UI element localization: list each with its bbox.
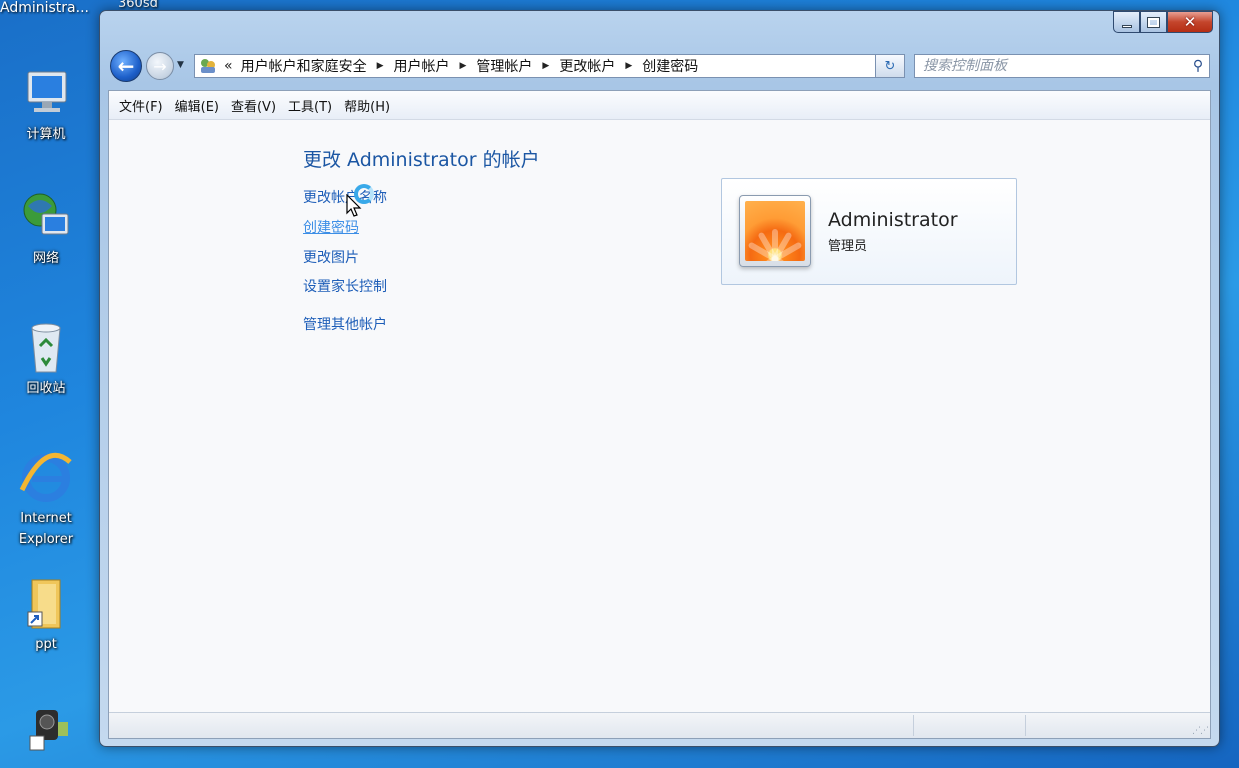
breadcrumb-arrow-icon[interactable]: ▶	[542, 61, 549, 71]
history-dropdown[interactable]: ▼	[177, 60, 184, 70]
search-icon[interactable]: ⚲	[1187, 58, 1209, 74]
breadcrumb-manage-accounts[interactable]: 管理帐户	[476, 56, 532, 76]
desktop-icon-recycle-bin[interactable]: 回收站	[4, 320, 88, 399]
back-arrow-icon: ←	[117, 54, 135, 78]
link-manage-other-accounts[interactable]: 管理其他帐户	[303, 314, 387, 334]
address-overflow-chevron[interactable]: «	[224, 58, 233, 74]
account-role: 管理员	[828, 239, 868, 254]
desktop-icon-label: 网络	[32, 251, 59, 266]
client-area: 文件(F) 编辑(E) 查看(V) 工具(T) 帮助(H) 更改 Adminis…	[108, 90, 1211, 739]
account-card: Administrator 管理员	[721, 178, 1017, 285]
breadcrumb-create-password[interactable]: 创建密码	[642, 56, 698, 76]
refresh-button[interactable]: ↻	[875, 54, 905, 78]
close-button[interactable]: ✕	[1167, 11, 1213, 33]
desktop-icon-label: Internet Explorer	[18, 511, 74, 547]
minimize-button[interactable]	[1113, 11, 1140, 33]
flower-picture-icon	[745, 201, 805, 261]
address-bar[interactable]: « 用户帐户和家庭安全 ▶ 用户帐户 ▶ 管理帐户 ▶ 更改帐户 ▶ 创建密码 …	[194, 54, 901, 78]
menu-tools[interactable]: 工具(T)	[288, 96, 332, 115]
menu-help[interactable]: 帮助(H)	[344, 96, 390, 115]
minimize-icon	[1121, 24, 1132, 28]
breadcrumb-change-account[interactable]: 更改帐户	[559, 56, 615, 76]
menu-file[interactable]: 文件(F)	[119, 96, 163, 115]
menu-view[interactable]: 查看(V)	[231, 96, 276, 115]
back-button[interactable]: ←	[110, 50, 142, 82]
maximize-icon	[1147, 16, 1160, 28]
desktop-icon-computer[interactable]: 计算机	[4, 66, 88, 145]
breadcrumb-arrow-icon[interactable]: ▶	[377, 61, 384, 71]
refresh-icon: ↻	[884, 58, 896, 74]
avatar	[739, 195, 811, 267]
network-icon	[18, 190, 74, 246]
status-bar: ⋰⋰	[109, 712, 1210, 738]
navigation-bar: ← → ▼ « 用户帐户和家庭安全 ▶ 用户帐户 ▶ 管理帐户 ▶ 更改帐户 ▶…	[110, 50, 1210, 82]
mouse-pointer-icon	[346, 193, 362, 222]
search-input[interactable]	[915, 56, 1187, 76]
link-change-account-name[interactable]: 更改帐户名称	[303, 187, 387, 207]
link-parental-controls[interactable]: 设置家长控制	[303, 276, 387, 296]
page-title: 更改 Administrator 的帐户	[303, 149, 540, 171]
recycle-bin-icon	[18, 320, 74, 376]
video-camera-icon	[18, 700, 74, 756]
folder-shortcut-icon	[18, 576, 74, 632]
desktop-icon-camera[interactable]	[4, 700, 88, 758]
caption-buttons: ✕	[1113, 11, 1213, 33]
control-panel-window: ✕ ← → ▼ « 用户帐户和家庭安全 ▶ 用户帐户 ▶ 管理帐户 ▶ 更改帐户…	[99, 10, 1220, 747]
desktop-icon-label: 计算机	[26, 127, 66, 142]
desktop-icon-label: 回收站	[26, 381, 66, 396]
menu-edit[interactable]: 编辑(E)	[175, 96, 219, 115]
desktop-icon-internet-explorer[interactable]: Internet Explorer	[4, 450, 88, 550]
desktop-taskbar-label: Administra...	[0, 0, 89, 16]
control-panel-icon	[198, 57, 218, 75]
desktop-icon-label: ppt	[35, 637, 57, 652]
account-name: Administrator	[828, 209, 958, 231]
desktop-icon-ppt[interactable]: ppt	[4, 576, 88, 655]
breadcrumb-user-accounts[interactable]: 用户帐户	[394, 56, 450, 76]
forward-arrow-icon: →	[153, 56, 167, 76]
menu-bar: 文件(F) 编辑(E) 查看(V) 工具(T) 帮助(H)	[109, 91, 1210, 120]
forward-button[interactable]: →	[146, 52, 174, 80]
link-change-picture[interactable]: 更改图片	[303, 247, 359, 267]
computer-icon	[18, 66, 74, 122]
internet-explorer-icon	[18, 450, 74, 506]
search-box: ⚲	[914, 54, 1210, 78]
desktop-icon-network[interactable]: 网络	[4, 190, 88, 269]
breadcrumb-arrow-icon[interactable]: ▶	[460, 61, 467, 71]
maximize-button[interactable]	[1140, 11, 1167, 33]
breadcrumb-arrow-icon[interactable]: ▶	[625, 61, 632, 71]
close-icon: ✕	[1183, 13, 1197, 31]
resize-grip-icon[interactable]: ⋰⋰	[1192, 726, 1209, 736]
breadcrumb-user-accounts-family-safety[interactable]: 用户帐户和家庭安全	[241, 56, 367, 76]
